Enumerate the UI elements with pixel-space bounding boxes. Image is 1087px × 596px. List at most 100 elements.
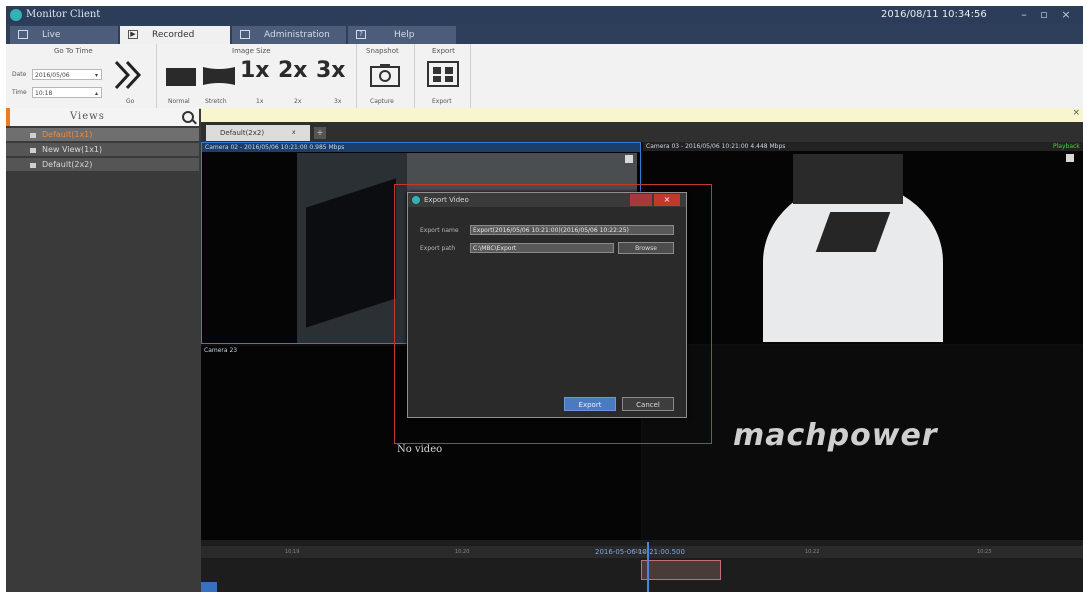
camera-feed-image <box>763 182 943 342</box>
export-name-value: Export(2016/05/06 10:21:00)(2016/05/06 1… <box>473 227 629 234</box>
tab-label: Administration <box>264 30 330 40</box>
timeline-tick: 10:20 <box>455 549 470 555</box>
tab-label: Help <box>394 30 415 40</box>
time-field[interactable]: 10:18 ▴ <box>32 87 102 98</box>
current-time-readout: 2016-05-06 10:21:00.500 <box>595 548 685 556</box>
close-icon[interactable]: × <box>1058 8 1074 22</box>
admin-icon <box>240 30 250 39</box>
dialog-minimize-icon[interactable] <box>630 194 652 206</box>
image-size-group: Image Size Normal Stretch 1x 1x 2x 2x 3x <box>156 44 357 108</box>
export-video-dialog: Export Video × Export name Export(2016/0… <box>407 192 687 418</box>
view-tab[interactable]: Default(2x2) x <box>206 125 310 141</box>
tile-menu-icon[interactable] <box>1066 154 1074 162</box>
dialog-title: Export Video <box>424 196 469 204</box>
view-tab-close-icon[interactable]: x <box>292 125 296 141</box>
export-group: Export Export <box>414 44 471 108</box>
add-tab-icon[interactable]: + <box>314 127 326 139</box>
tab-live[interactable]: Live <box>10 26 118 44</box>
maximize-icon[interactable]: ▫ <box>1036 8 1052 22</box>
tile-menu-icon[interactable] <box>625 155 633 163</box>
tab-help[interactable]: ? Help <box>348 26 456 44</box>
view-item[interactable]: Default(1x1) <box>6 128 199 142</box>
export-name-input[interactable]: Export(2016/05/06 10:21:00)(2016/05/06 1… <box>470 225 674 235</box>
tab-recorded[interactable]: ▶ Recorded <box>120 26 230 44</box>
go-label: Go <box>126 98 135 105</box>
time-label: Time <box>12 89 27 96</box>
view-label: Default(2x2) <box>42 160 93 169</box>
view-tabs-bar: Default(2x2) x + <box>201 122 1083 142</box>
export-path-input[interactable]: C:\MBC\Export <box>470 243 614 253</box>
capture-button[interactable]: Capture <box>366 62 404 106</box>
tab-label: Recorded <box>152 30 195 40</box>
stretch-icon <box>203 67 235 85</box>
export-path-value: C:\MBC\Export <box>473 245 517 252</box>
camera-label: Camera 03 - 2016/05/06 10:21:00 4.448 Mb… <box>646 143 786 150</box>
dialog-title-bar: Export Video × <box>408 193 686 207</box>
timeline: 10:19 10:20 10:21 10:22 10:23 2016-05-06… <box>201 540 1083 592</box>
zoom-3x-button[interactable]: 3x 3x <box>316 58 354 106</box>
calendar-dropdown-icon[interactable]: ▾ <box>95 70 98 81</box>
normal-size-button[interactable]: Normal <box>166 64 198 106</box>
cancel-button[interactable]: Cancel <box>622 397 674 411</box>
capture-label: Capture <box>370 98 394 105</box>
double-chevron-icon <box>114 60 142 90</box>
minimize-icon[interactable]: – <box>1016 8 1032 22</box>
search-icon[interactable] <box>182 111 194 123</box>
clock-readout: 2016/08/11 10:34:56 <box>881 9 987 20</box>
zoom-2x-icon: 2x <box>278 58 308 83</box>
monitor-icon <box>18 30 28 39</box>
window-title: Monitor Client <box>26 9 101 20</box>
timeline-tick: 10:23 <box>977 549 992 555</box>
export-path-label: Export path <box>420 245 456 252</box>
dialog-close-icon[interactable]: × <box>654 194 680 206</box>
views-header: Views <box>6 108 199 126</box>
view-icon <box>30 148 36 153</box>
cancel-label: Cancel <box>636 401 660 409</box>
zoom-1x-button[interactable]: 1x 1x <box>240 58 276 106</box>
view-label: New View(1x1) <box>42 145 103 154</box>
export-button[interactable]: Export <box>424 60 462 106</box>
export-name-label: Export name <box>420 227 459 234</box>
playhead[interactable] <box>647 542 649 592</box>
export-confirm-button[interactable]: Export <box>564 397 616 411</box>
stretch-size-button[interactable]: Stretch <box>202 64 236 106</box>
view-item[interactable]: New View(1x1) <box>6 143 199 157</box>
record-icon: ▶ <box>128 30 138 39</box>
monitor-client-window: Monitor Client 2016/08/11 10:34:56 – ▫ ×… <box>6 6 1083 592</box>
close-notification-icon[interactable]: × <box>1072 108 1080 118</box>
time-spinner-icon[interactable]: ▴ <box>95 88 98 99</box>
zoom-3x-label: 3x <box>334 98 342 105</box>
playback-status: Playback <box>1053 143 1080 150</box>
view-tab-label: Default(2x2) <box>220 129 265 137</box>
group-label: Snapshot <box>366 47 399 55</box>
date-value: 2016/05/06 <box>35 72 70 79</box>
machpower-logo: machpower <box>733 418 938 453</box>
view-item[interactable]: Default(2x2) <box>6 158 199 172</box>
film-export-icon <box>427 61 459 87</box>
stretch-label: Stretch <box>205 98 227 105</box>
dialog-logo-icon <box>412 196 420 204</box>
camera-label: Camera 02 - 2016/05/06 10:21:00 0.985 Mb… <box>205 144 345 151</box>
help-icon: ? <box>356 30 366 39</box>
date-field[interactable]: 2016/05/06 ▾ <box>32 69 102 80</box>
app-logo-icon <box>10 9 22 21</box>
title-bar: Monitor Client 2016/08/11 10:34:56 – ▫ × <box>6 6 1083 24</box>
play-icon[interactable] <box>201 582 217 592</box>
timeline-tick: 10:22 <box>805 549 820 555</box>
group-label: Go To Time <box>54 47 93 55</box>
timeline-tick: 10:19 <box>285 549 300 555</box>
time-value: 10:18 <box>35 90 53 97</box>
group-label: Image Size <box>232 47 271 55</box>
camera-label: Camera 23 <box>204 347 238 354</box>
zoom-1x-label: 1x <box>256 98 264 105</box>
camera-icon <box>370 64 400 87</box>
zoom-2x-button[interactable]: 2x 2x <box>278 58 314 106</box>
notification-bar: × <box>201 108 1083 122</box>
export-confirm-label: Export <box>578 401 602 409</box>
tab-administration[interactable]: Administration <box>232 26 346 44</box>
export-range[interactable] <box>641 560 721 580</box>
zoom-3x-icon: 3x <box>316 58 346 83</box>
browse-label: Browse <box>635 245 657 252</box>
go-button[interactable]: Go <box>110 56 150 106</box>
browse-button[interactable]: Browse <box>618 242 674 254</box>
